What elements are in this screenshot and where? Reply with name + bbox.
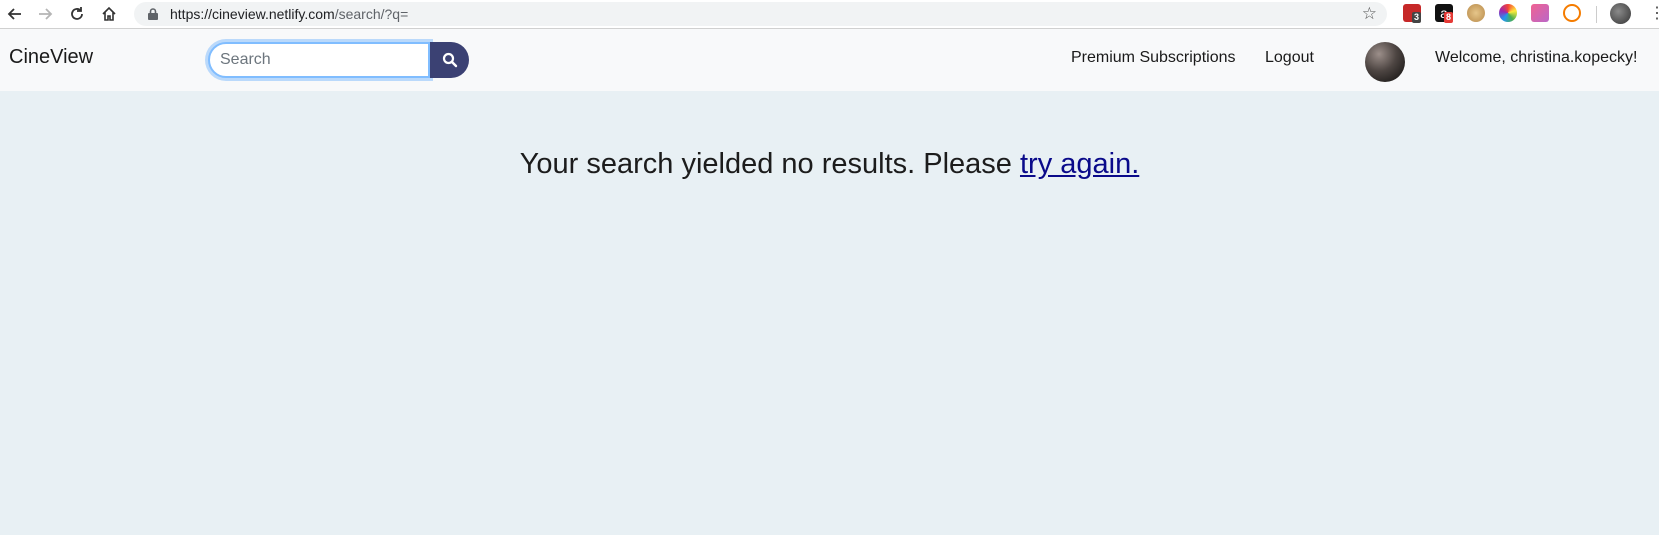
forward-arrow-icon[interactable] — [34, 3, 56, 25]
search-input[interactable] — [208, 42, 430, 78]
star-icon[interactable]: ☆ — [1362, 4, 1377, 24]
search-icon — [442, 52, 457, 68]
try-again-link[interactable]: try again. — [1020, 148, 1139, 180]
logout-link[interactable]: Logout — [1265, 49, 1314, 67]
orange-extension-icon[interactable] — [1563, 4, 1581, 22]
reload-icon[interactable] — [66, 3, 88, 25]
welcome-text: Welcome, christina.kopecky! — [1435, 49, 1638, 66]
avatar[interactable] — [1365, 42, 1405, 82]
palette-extension-icon[interactable] — [1467, 4, 1485, 22]
browser-toolbar: https://cineview.netlify.com/search/?q= … — [0, 0, 1659, 29]
amazon-extension-icon[interactable]: a 8 — [1435, 4, 1454, 23]
toolbar-separator — [1596, 6, 1597, 23]
lastpass-extension-icon[interactable]: 3 — [1403, 4, 1422, 23]
url-path: /search/?q= — [334, 6, 409, 22]
lock-icon — [148, 8, 158, 20]
kebab-menu-icon[interactable]: ⋮ — [1649, 3, 1659, 23]
gradient-extension-icon[interactable] — [1531, 4, 1549, 22]
address-bar[interactable]: https://cineview.netlify.com/search/?q= … — [134, 2, 1387, 26]
search-button[interactable] — [430, 42, 469, 78]
no-results-text: Your search yielded no results. Please — [519, 148, 1020, 180]
back-arrow-icon[interactable] — [4, 3, 26, 25]
no-results-message: Your search yielded no results. Please t… — [0, 148, 1659, 181]
url-host: https://cineview.netlify.com — [170, 6, 335, 22]
brand-logo[interactable]: CineView — [9, 46, 93, 69]
home-icon[interactable] — [98, 3, 120, 25]
browser-profile-avatar[interactable] — [1610, 3, 1631, 24]
premium-subscriptions-link[interactable]: Premium Subscriptions — [1071, 49, 1236, 67]
extension-badge: 3 — [1412, 12, 1422, 23]
extension-badge: 8 — [1444, 12, 1454, 23]
app-navbar: CineView Premium Subscriptions Logout We… — [0, 29, 1659, 91]
color-wheel-extension-icon[interactable] — [1499, 4, 1517, 22]
